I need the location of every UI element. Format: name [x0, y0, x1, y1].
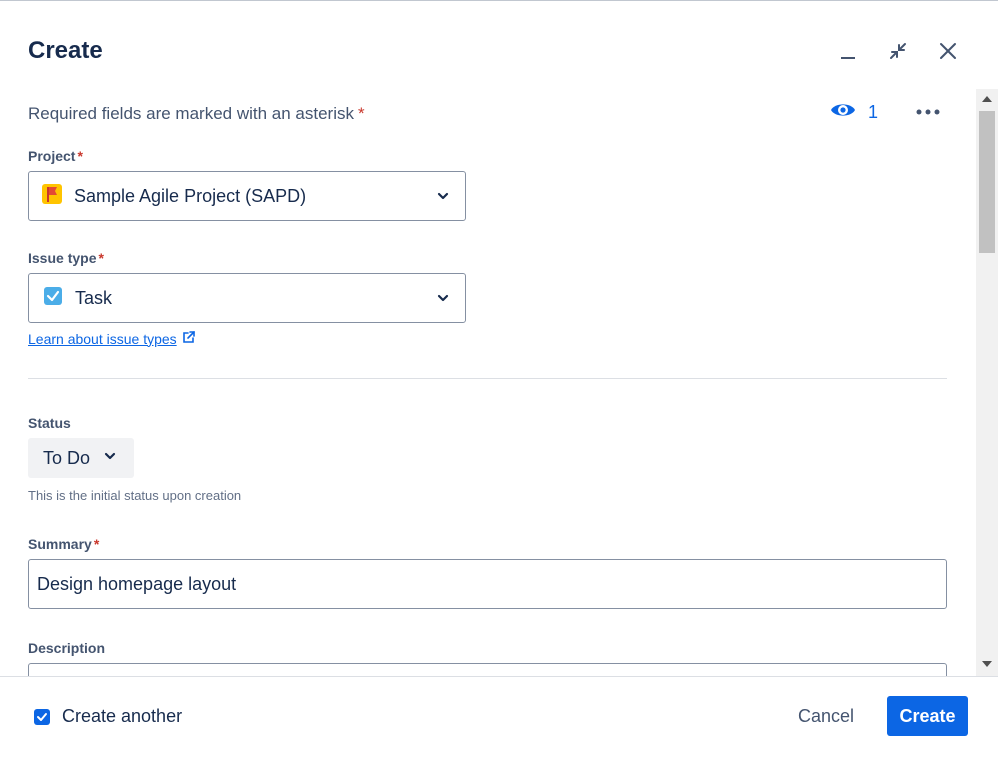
more-actions-button[interactable] — [912, 99, 944, 123]
description-editor[interactable] — [28, 663, 947, 676]
form-scroll-area[interactable]: Required fields are marked with an aster… — [0, 89, 976, 676]
project-label-text: Project — [28, 148, 76, 164]
chevron-down-icon — [437, 189, 449, 207]
project-value: Sample Agile Project (SAPD) — [74, 185, 307, 206]
status-helper-text: This is the initial status upon creation — [28, 488, 242, 503]
status-dropdown-button[interactable]: To Do — [28, 438, 134, 478]
create-issue-dialog: Create Required fields are marked with a… — [0, 0, 998, 764]
scroll-down-arrow-icon[interactable] — [982, 661, 992, 667]
create-another-checkbox[interactable]: Create another — [34, 706, 182, 727]
watchers-button[interactable]: 1 — [830, 101, 878, 124]
summary-input[interactable] — [28, 559, 947, 609]
checkbox-checked-icon[interactable] — [34, 708, 50, 725]
create-button[interactable]: Create — [887, 696, 968, 736]
summary-label: Summary * — [28, 536, 99, 552]
issue-type-label-text: Issue type — [28, 250, 97, 266]
status-label: Status — [28, 415, 71, 431]
task-checkbox-icon — [44, 286, 62, 310]
scroll-up-arrow-icon[interactable] — [982, 96, 992, 102]
more-icon — [916, 102, 940, 120]
vertical-scrollbar[interactable] — [976, 89, 998, 676]
close-button[interactable] — [932, 37, 964, 69]
summary-label-text: Summary — [28, 536, 92, 552]
required-note-text: Required fields are marked with an aster… — [28, 104, 354, 123]
section-divider — [28, 378, 947, 379]
collapse-button[interactable] — [882, 37, 914, 69]
learn-issue-types-link[interactable]: Learn about issue types — [28, 330, 196, 347]
learn-link-text: Learn about issue types — [28, 330, 177, 347]
chevron-down-icon — [104, 449, 116, 467]
dialog-footer: Create another Cancel Create — [0, 676, 998, 764]
eye-icon — [830, 101, 856, 124]
status-value: To Do — [43, 447, 91, 468]
dialog-title: Create — [28, 37, 103, 64]
description-label: Description — [28, 640, 106, 656]
project-flag-icon — [42, 183, 62, 209]
required-asterisk: * — [357, 104, 365, 123]
required-fields-note: Required fields are marked with an aster… — [28, 104, 365, 124]
issue-type-label: Issue type * — [28, 250, 104, 266]
minimize-button[interactable] — [832, 37, 864, 69]
create-another-label: Create another — [62, 706, 183, 726]
issue-type-select[interactable]: Task — [28, 273, 466, 323]
external-link-icon — [182, 330, 196, 347]
scrollbar-thumb[interactable] — [979, 111, 995, 253]
project-select[interactable]: Sample Agile Project (SAPD) — [28, 171, 466, 221]
project-label: Project * — [28, 148, 83, 164]
project-required-asterisk: * — [77, 148, 83, 164]
close-icon — [939, 42, 957, 65]
issue-type-required-asterisk: * — [98, 250, 104, 266]
summary-required-asterisk: * — [93, 536, 100, 552]
issue-type-value: Task — [75, 287, 113, 308]
chevron-down-icon — [437, 291, 449, 309]
minimize-icon — [839, 42, 857, 65]
collapse-icon — [888, 41, 908, 66]
watchers-count: 1 — [868, 102, 879, 122]
cancel-button[interactable]: Cancel — [786, 696, 866, 736]
